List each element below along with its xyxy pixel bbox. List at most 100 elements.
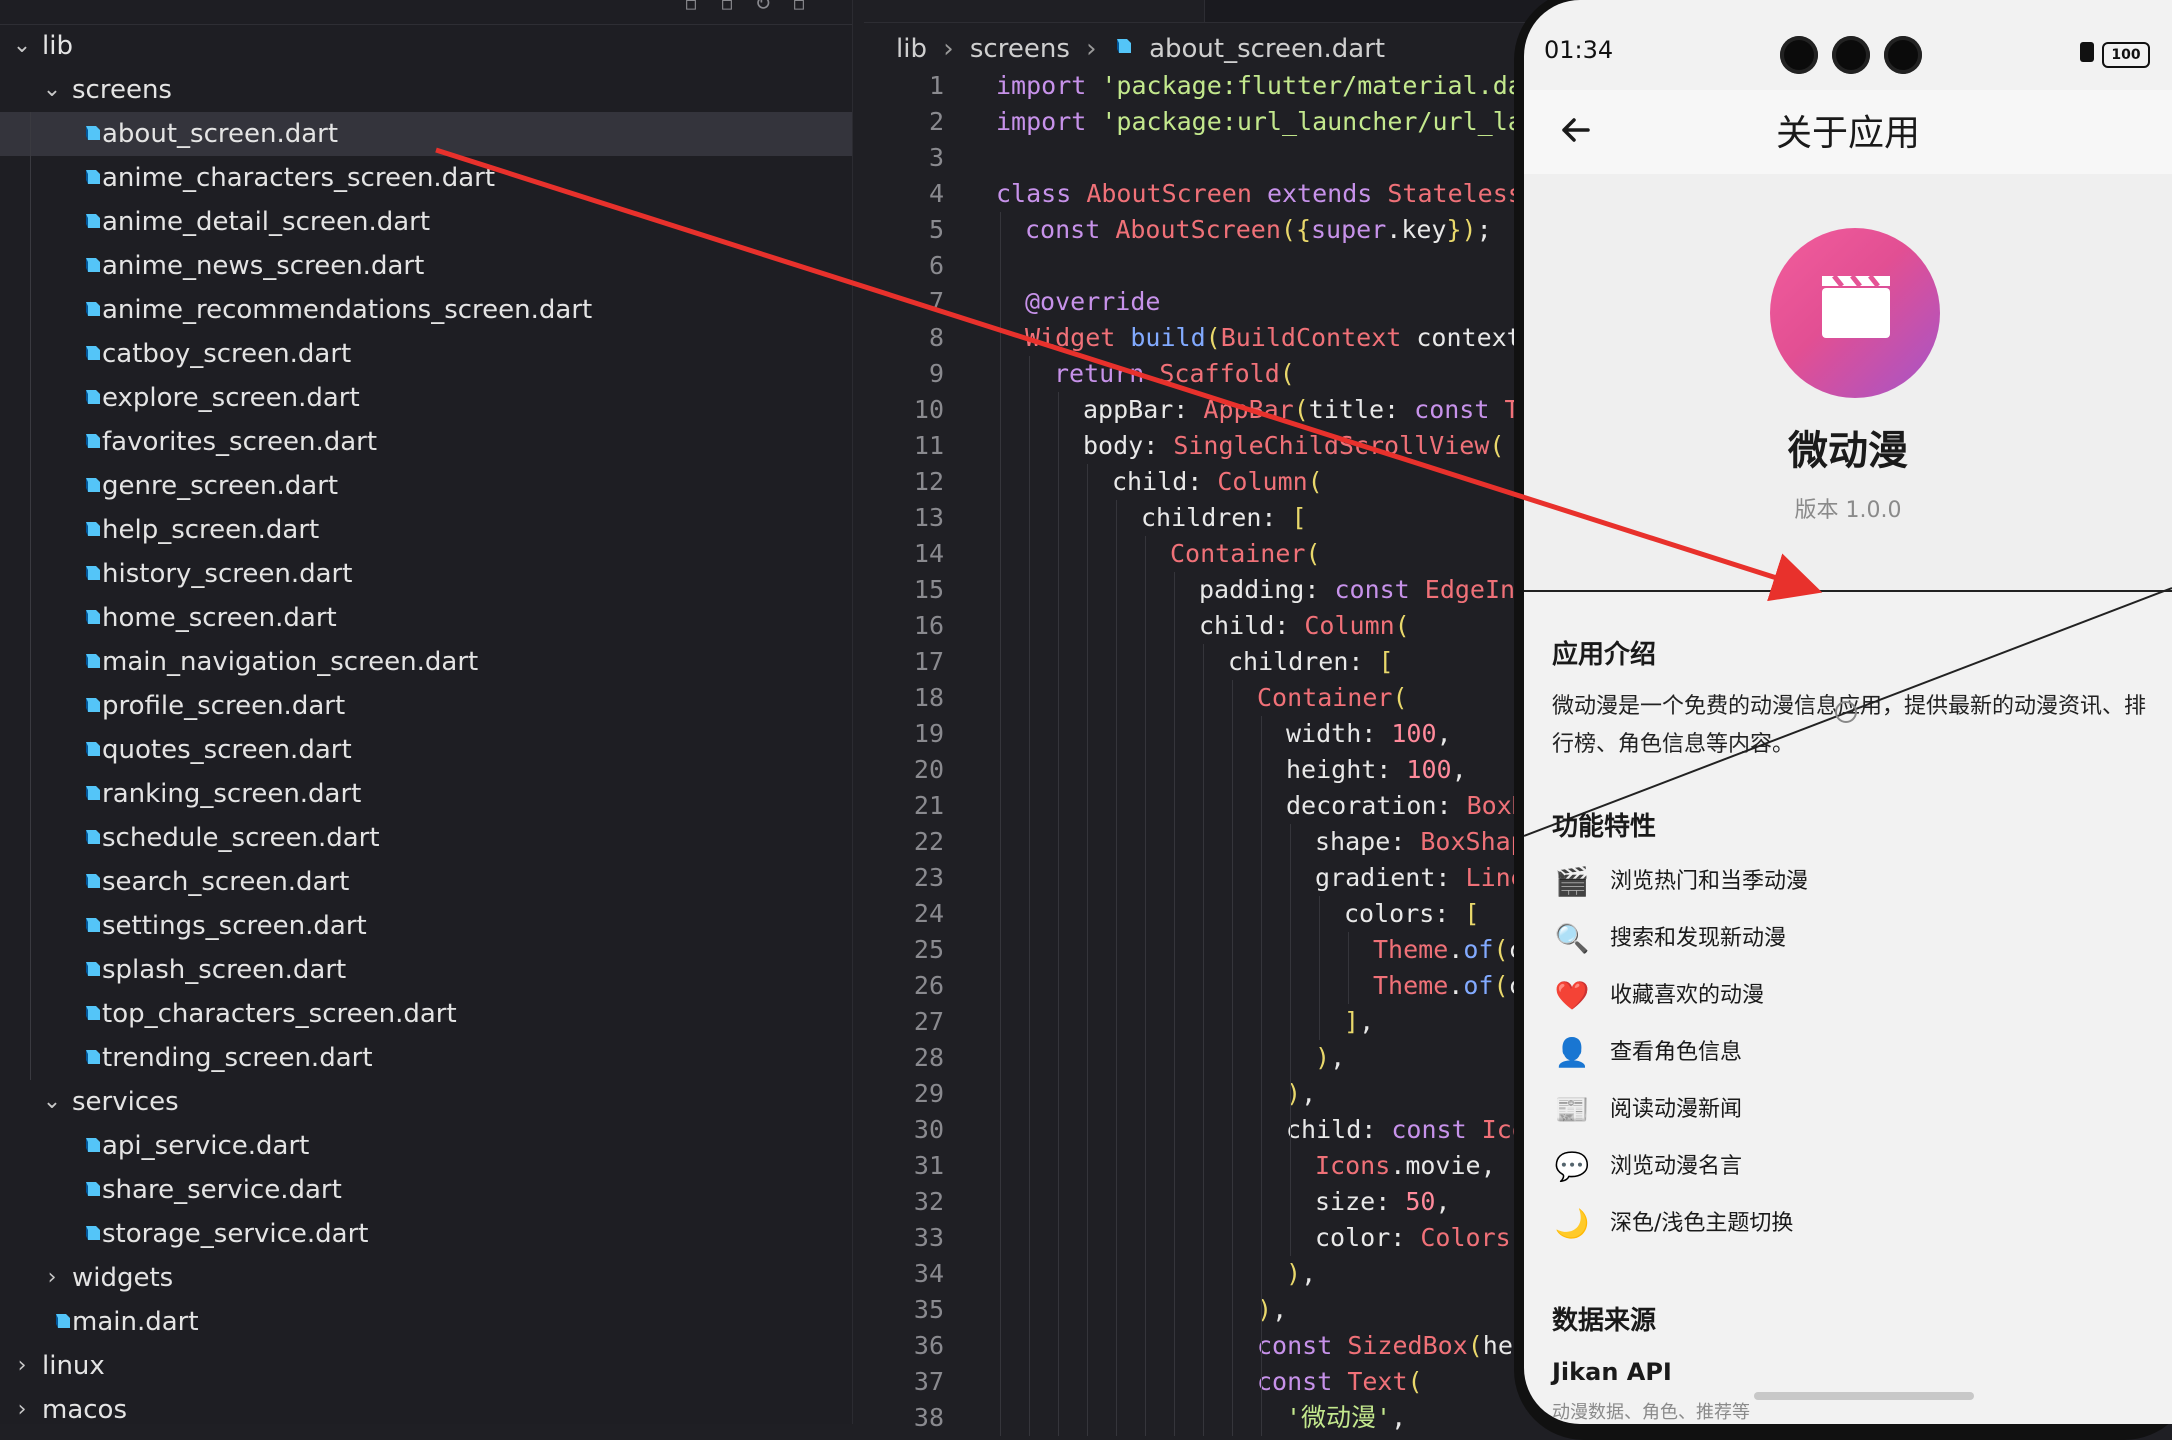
code-token: , [1330, 1043, 1346, 1072]
feature-text: 浏览热门和当季动漫 [1610, 869, 1809, 894]
line-number[interactable]: 3 [864, 140, 944, 176]
code-token: }) [1446, 215, 1477, 244]
new-file-icon[interactable]: ▫ [680, 0, 702, 14]
line-number[interactable]: 6 [864, 248, 944, 284]
tree-file[interactable]: favorites_screen.dart [0, 420, 852, 464]
code-text: color: Colors. [1315, 1220, 1526, 1256]
line-number[interactable]: 37 [864, 1364, 944, 1400]
chevron-right-icon[interactable]: › [40, 1256, 64, 1300]
line-number[interactable]: 5 [864, 212, 944, 248]
tree-folder[interactable]: ⌄ services [0, 1080, 852, 1124]
line-number[interactable]: 1 [864, 68, 944, 104]
line-number[interactable]: 29 [864, 1076, 944, 1112]
tree-folder[interactable]: ⌄ lib [0, 24, 852, 68]
tree-folder[interactable]: ⌄ screens [0, 68, 852, 112]
line-number[interactable]: 23 [864, 860, 944, 896]
tree-file[interactable]: ranking_screen.dart [0, 772, 852, 816]
tree-folder[interactable]: › widgets [0, 1256, 852, 1300]
dart-file-icon [56, 1314, 70, 1328]
tree-file[interactable]: anime_recommendations_screen.dart [0, 288, 852, 332]
chevron-right-icon[interactable]: › [10, 1344, 34, 1388]
line-number[interactable]: 9 [864, 356, 944, 392]
tree-file[interactable]: anime_characters_screen.dart [0, 156, 852, 200]
tree-file[interactable]: search_screen.dart [0, 860, 852, 904]
line-number[interactable]: 22 [864, 824, 944, 860]
tree-file[interactable]: trending_screen.dart [0, 1036, 852, 1080]
tree-item-label: linux [42, 1351, 105, 1381]
chevron-down-icon[interactable]: ⌄ [40, 1080, 64, 1124]
tree-file[interactable]: share_service.dart [0, 1168, 852, 1212]
line-number[interactable]: 34 [864, 1256, 944, 1292]
tree-file[interactable]: home_screen.dart [0, 596, 852, 640]
editor-tab-active[interactable] [864, 0, 1205, 22]
line-number[interactable]: 16 [864, 608, 944, 644]
line-number[interactable]: 4 [864, 176, 944, 212]
code-token: ; [1476, 215, 1492, 244]
line-number[interactable]: 12 [864, 464, 944, 500]
tree-file[interactable]: main.dart [0, 1300, 852, 1344]
tree-file[interactable]: anime_detail_screen.dart [0, 200, 852, 244]
line-number[interactable]: 21 [864, 788, 944, 824]
tree-file[interactable]: schedule_screen.dart [0, 816, 852, 860]
tree-folder[interactable]: › macos [0, 1388, 852, 1432]
tree-file[interactable]: explore_screen.dart [0, 376, 852, 420]
line-number[interactable]: 33 [864, 1220, 944, 1256]
tree-folder[interactable]: › linux [0, 1344, 852, 1388]
line-number[interactable]: 14 [864, 536, 944, 572]
tree-file[interactable]: about_screen.dart [0, 112, 852, 156]
line-number[interactable]: 36 [864, 1328, 944, 1364]
tree-file[interactable]: api_service.dart [0, 1124, 852, 1168]
breadcrumb-item-lib[interactable]: lib [896, 29, 927, 69]
line-number[interactable]: 2 [864, 104, 944, 140]
line-number[interactable]: 18 [864, 680, 944, 716]
refresh-icon[interactable]: ↻ [752, 0, 774, 14]
line-number[interactable]: 17 [864, 644, 944, 680]
line-number[interactable]: 38 [864, 1400, 944, 1436]
breadcrumb-item-screens[interactable]: screens [970, 29, 1070, 69]
collapse-all-icon[interactable]: ▫ [788, 0, 810, 14]
line-number[interactable]: 19 [864, 716, 944, 752]
chevron-right-icon[interactable]: › [10, 1388, 34, 1432]
line-number[interactable]: 28 [864, 1040, 944, 1076]
tree-file[interactable]: history_screen.dart [0, 552, 852, 596]
code-token: 'package:flutter/material.dar [1101, 71, 1538, 100]
tree-file[interactable]: anime_news_screen.dart [0, 244, 852, 288]
line-number[interactable]: 13 [864, 500, 944, 536]
tree-file[interactable]: main_navigation_screen.dart [0, 640, 852, 684]
line-number[interactable]: 11 [864, 428, 944, 464]
line-number[interactable]: 30 [864, 1112, 944, 1148]
chevron-down-icon[interactable]: ⌄ [40, 68, 64, 112]
line-number[interactable]: 25 [864, 932, 944, 968]
indent-guide [1029, 356, 1030, 1436]
tree-file[interactable]: splash_screen.dart [0, 948, 852, 992]
tree-file[interactable]: help_screen.dart [0, 508, 852, 552]
chevron-down-icon[interactable]: ⌄ [10, 24, 34, 68]
line-number[interactable]: 35 [864, 1292, 944, 1328]
tree-item-label: favorites_screen.dart [102, 427, 378, 457]
tree-file[interactable]: storage_service.dart [0, 1212, 852, 1256]
code-text: decoration: BoxD [1286, 788, 1527, 824]
tree-file[interactable]: settings_screen.dart [0, 904, 852, 948]
line-number[interactable]: 15 [864, 572, 944, 608]
dart-file-icon [86, 126, 100, 140]
tree-file[interactable]: top_characters_screen.dart [0, 992, 852, 1036]
code-token: color: [1315, 1223, 1421, 1252]
line-number[interactable]: 31 [864, 1148, 944, 1184]
tree-file[interactable]: catboy_screen.dart [0, 332, 852, 376]
line-number[interactable]: 8 [864, 320, 944, 356]
line-number[interactable]: 32 [864, 1184, 944, 1220]
line-number[interactable]: 26 [864, 968, 944, 1004]
dart-file-icon [86, 610, 100, 624]
breadcrumb-item-file[interactable]: about_screen.dart [1149, 29, 1385, 69]
line-number[interactable]: 27 [864, 1004, 944, 1040]
line-number[interactable]: 24 [864, 896, 944, 932]
line-number[interactable]: 20 [864, 752, 944, 788]
tree-file[interactable]: profile_screen.dart [0, 684, 852, 728]
new-folder-icon[interactable]: ▫ [716, 0, 738, 14]
tree-file[interactable]: genre_screen.dart [0, 464, 852, 508]
tree-item-label: main_navigation_screen.dart [102, 647, 479, 677]
line-number[interactable]: 10 [864, 392, 944, 428]
tree-file[interactable]: quotes_screen.dart [0, 728, 852, 772]
line-number[interactable]: 7 [864, 284, 944, 320]
home-indicator[interactable] [1754, 1392, 1974, 1400]
